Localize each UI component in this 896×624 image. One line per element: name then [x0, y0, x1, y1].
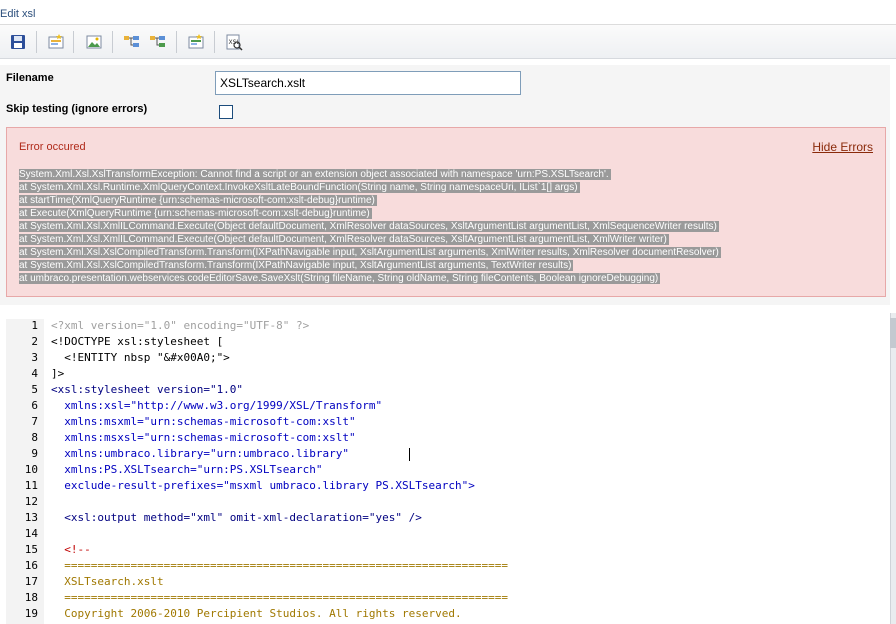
stack-trace-line: at System.Xml.Xsl.XmlILCommand.Execute(O…: [19, 221, 719, 232]
insert-value-icon[interactable]: [187, 33, 205, 51]
code-line[interactable]: 2 <!DOCTYPE xsl:stylesheet [: [0, 334, 890, 350]
code-text: ========================================…: [51, 559, 508, 572]
code-line[interactable]: 14: [0, 526, 890, 542]
skip-testing-checkbox[interactable]: [219, 105, 233, 119]
line-number: 9: [31, 447, 38, 460]
hide-errors-link[interactable]: Hide Errors: [812, 140, 873, 154]
code-text: xmlns:xsl="http://www.w3.org/1999/XSL/Tr…: [51, 399, 383, 412]
code-line[interactable]: 19 Copyright 2006-2010 Percipient Studio…: [0, 606, 890, 622]
code-text: exclude-result-prefixes="msxml umbraco.l…: [51, 479, 475, 492]
code-line[interactable]: 7 xmlns:msxml="urn:schemas-microsoft-com…: [0, 414, 890, 430]
stack-trace-line: at System.Xml.Xsl.XslCompiledTransform.T…: [19, 260, 574, 271]
code-text: <!ENTITY nbsp "&#x00A0;">: [51, 351, 230, 364]
code-text: <xsl:output method="xml" omit-xml-declar…: [51, 511, 422, 524]
toolbar-separator: [112, 31, 113, 53]
code-text: xmlns:umbraco.library="urn:umbraco.libra…: [51, 447, 350, 460]
line-number: 18: [24, 591, 38, 604]
insert-image-icon[interactable]: [85, 33, 103, 51]
line-number: 3: [31, 351, 38, 364]
code-text: <!--: [51, 543, 91, 556]
line-number: 16: [24, 559, 38, 572]
line-number: 7: [31, 415, 38, 428]
code-text: <!DOCTYPE xsl:stylesheet [: [51, 335, 224, 348]
code-text: ]>: [51, 367, 65, 380]
toolbar: XSL: [0, 25, 896, 59]
error-title: Error occured: [19, 141, 86, 153]
line-number: 17: [24, 575, 38, 588]
code-text: XSLTsearch.xslt: [51, 575, 164, 588]
code-line[interactable]: 9 xmlns:umbraco.library="urn:umbraco.lib…: [0, 446, 890, 462]
line-number: 6: [31, 399, 38, 412]
code-line[interactable]: 5 <xsl:stylesheet version="1.0": [0, 382, 890, 398]
code-line[interactable]: 10 xmlns:PS.XSLTsearch="urn:PS.XSLTsearc…: [0, 462, 890, 478]
stack-trace-line: at startTime(XmlQueryRuntime {urn:schema…: [19, 195, 377, 206]
line-number: 19: [24, 607, 38, 620]
error-stack-trace: System.Xml.Xsl.XslTransformException: Ca…: [19, 168, 879, 285]
error-box: Error occured Hide Errors System.Xml.Xsl…: [6, 127, 886, 297]
stack-trace-line: at umbraco.presentation.webservices.code…: [19, 273, 661, 284]
line-number: 4: [31, 367, 38, 380]
code-line[interactable]: 13 <xsl:output method="xml" omit-xml-dec…: [0, 510, 890, 526]
filename-label: Filename: [6, 72, 54, 84]
editor-scrollbar-thumb[interactable]: [890, 318, 896, 348]
code-text: <xsl:stylesheet version="1.0": [51, 383, 244, 396]
code-text: <?xml version="1.0" encoding="UTF-8" ?>: [51, 319, 310, 332]
code-line[interactable]: 3 <!ENTITY nbsp "&#x00A0;">: [0, 350, 890, 366]
window-title-bar: Edit xsl: [0, 0, 896, 25]
line-number: 8: [31, 431, 38, 444]
window-title: Edit xsl: [0, 8, 36, 20]
filename-input[interactable]: [215, 71, 521, 95]
code-lines[interactable]: 1 <?xml version="1.0" encoding="UTF-8" ?>…: [0, 318, 890, 622]
editor-scrollbar[interactable]: [890, 313, 896, 624]
code-text: ========================================…: [51, 591, 508, 604]
insert-branch-icon[interactable]: [149, 33, 167, 51]
stack-trace-line: at System.Xml.Xsl.XslCompiledTransform.T…: [19, 247, 721, 258]
code-line[interactable]: 12: [0, 494, 890, 510]
stack-trace-line: at Execute(XmlQueryRuntime {urn:schemas-…: [19, 208, 372, 219]
insert-field-icon[interactable]: [47, 33, 65, 51]
toolbar-separator: [214, 31, 215, 53]
code-line[interactable]: 8 xmlns:msxsl="urn:schemas-microsoft-com…: [0, 430, 890, 446]
stack-trace-line: at System.Xml.Xsl.XmlILCommand.Execute(O…: [19, 234, 669, 245]
stack-trace-line: System.Xml.Xsl.XslTransformException: Ca…: [19, 169, 611, 180]
code-line[interactable]: 18 =====================================…: [0, 590, 890, 606]
skip-testing-label: Skip testing (ignore errors): [6, 103, 148, 115]
toolbar-separator: [176, 31, 177, 53]
code-line[interactable]: 1 <?xml version="1.0" encoding="UTF-8" ?>: [0, 318, 890, 334]
line-number: 1: [31, 319, 38, 332]
toolbar-separator: [36, 31, 37, 53]
line-number: 12: [24, 495, 38, 508]
code-text: xmlns:PS.XSLTsearch="urn:PS.XSLTsearch": [51, 463, 323, 476]
line-number: 10: [24, 463, 38, 476]
code-line[interactable]: 11 exclude-result-prefixes="msxml umbrac…: [0, 478, 890, 494]
save-icon[interactable]: [9, 33, 27, 51]
toolbar-separator: [73, 31, 74, 53]
code-line[interactable]: 4 ]>: [0, 366, 890, 382]
code-text: xmlns:msxsl="urn:schemas-microsoft-com:x…: [51, 431, 356, 444]
insert-tree-icon[interactable]: [123, 33, 141, 51]
line-number: 15: [24, 543, 38, 556]
line-number: 5: [31, 383, 38, 396]
line-number: 2: [31, 335, 38, 348]
code-line[interactable]: 16 =====================================…: [0, 558, 890, 574]
line-number: 14: [24, 527, 38, 540]
line-number: 11: [24, 479, 38, 492]
code-text: xmlns:msxml="urn:schemas-microsoft-com:x…: [51, 415, 356, 428]
code-text: Copyright 2006-2010 Percipient Studios. …: [51, 607, 462, 620]
code-line[interactable]: 15 <!--: [0, 542, 890, 558]
text-cursor: [409, 448, 410, 461]
stack-trace-line: at System.Xml.Xsl.Runtime.XmlQueryContex…: [19, 182, 580, 193]
line-number: 13: [24, 511, 38, 524]
preview-icon[interactable]: XSL: [225, 33, 243, 51]
code-line[interactable]: 6 xmlns:xsl="http://www.w3.org/1999/XSL/…: [0, 398, 890, 414]
code-line[interactable]: 17 XSLTsearch.xslt: [0, 574, 890, 590]
